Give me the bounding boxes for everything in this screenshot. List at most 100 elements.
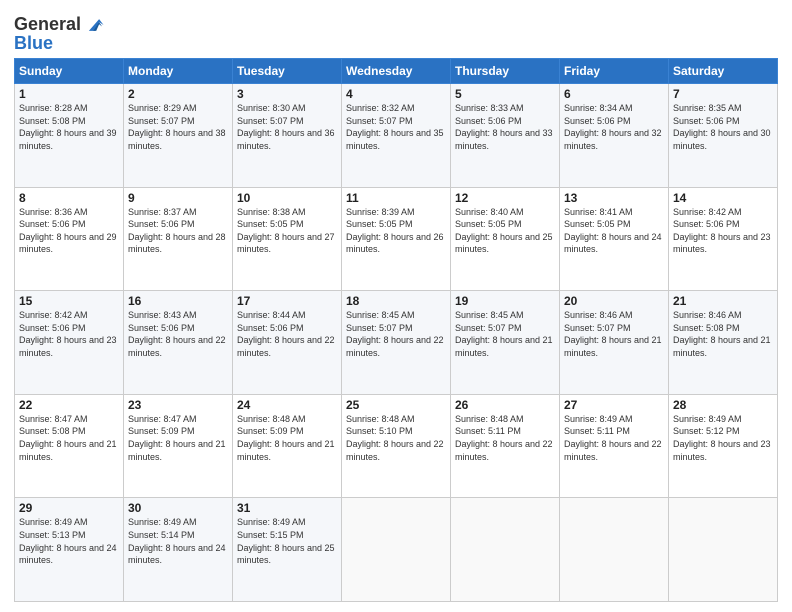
day-number: 15 — [19, 294, 119, 308]
table-row: 27 Sunrise: 8:49 AMSunset: 5:11 PMDaylig… — [560, 394, 669, 498]
day-number: 26 — [455, 398, 555, 412]
logo-blue: Blue — [14, 34, 105, 52]
day-info: Sunrise: 8:36 AMSunset: 5:06 PMDaylight:… — [19, 207, 117, 255]
table-row — [342, 498, 451, 602]
table-row: 19 Sunrise: 8:45 AMSunset: 5:07 PMDaylig… — [451, 291, 560, 395]
day-info: Sunrise: 8:29 AMSunset: 5:07 PMDaylight:… — [128, 103, 226, 151]
day-number: 23 — [128, 398, 228, 412]
day-info: Sunrise: 8:43 AMSunset: 5:06 PMDaylight:… — [128, 310, 226, 358]
day-info: Sunrise: 8:40 AMSunset: 5:05 PMDaylight:… — [455, 207, 553, 255]
table-row: 10 Sunrise: 8:38 AMSunset: 5:05 PMDaylig… — [233, 187, 342, 291]
col-monday: Monday — [124, 59, 233, 84]
table-row: 2 Sunrise: 8:29 AMSunset: 5:07 PMDayligh… — [124, 84, 233, 188]
day-info: Sunrise: 8:49 AMSunset: 5:14 PMDaylight:… — [128, 517, 226, 565]
day-number: 16 — [128, 294, 228, 308]
calendar-week-row: 29 Sunrise: 8:49 AMSunset: 5:13 PMDaylig… — [15, 498, 778, 602]
day-number: 27 — [564, 398, 664, 412]
day-number: 5 — [455, 87, 555, 101]
table-row: 12 Sunrise: 8:40 AMSunset: 5:05 PMDaylig… — [451, 187, 560, 291]
table-row: 26 Sunrise: 8:48 AMSunset: 5:11 PMDaylig… — [451, 394, 560, 498]
table-row: 17 Sunrise: 8:44 AMSunset: 5:06 PMDaylig… — [233, 291, 342, 395]
day-info: Sunrise: 8:48 AMSunset: 5:09 PMDaylight:… — [237, 414, 335, 462]
day-number: 31 — [237, 501, 337, 515]
table-row: 21 Sunrise: 8:46 AMSunset: 5:08 PMDaylig… — [669, 291, 778, 395]
day-info: Sunrise: 8:44 AMSunset: 5:06 PMDaylight:… — [237, 310, 335, 358]
table-row: 3 Sunrise: 8:30 AMSunset: 5:07 PMDayligh… — [233, 84, 342, 188]
day-number: 8 — [19, 191, 119, 205]
day-info: Sunrise: 8:30 AMSunset: 5:07 PMDaylight:… — [237, 103, 335, 151]
table-row: 23 Sunrise: 8:47 AMSunset: 5:09 PMDaylig… — [124, 394, 233, 498]
day-info: Sunrise: 8:46 AMSunset: 5:07 PMDaylight:… — [564, 310, 662, 358]
day-number: 9 — [128, 191, 228, 205]
table-row: 20 Sunrise: 8:46 AMSunset: 5:07 PMDaylig… — [560, 291, 669, 395]
calendar-header-row: Sunday Monday Tuesday Wednesday Thursday… — [15, 59, 778, 84]
day-info: Sunrise: 8:45 AMSunset: 5:07 PMDaylight:… — [346, 310, 444, 358]
col-tuesday: Tuesday — [233, 59, 342, 84]
table-row: 22 Sunrise: 8:47 AMSunset: 5:08 PMDaylig… — [15, 394, 124, 498]
table-row: 9 Sunrise: 8:37 AMSunset: 5:06 PMDayligh… — [124, 187, 233, 291]
table-row: 8 Sunrise: 8:36 AMSunset: 5:06 PMDayligh… — [15, 187, 124, 291]
table-row: 29 Sunrise: 8:49 AMSunset: 5:13 PMDaylig… — [15, 498, 124, 602]
table-row: 28 Sunrise: 8:49 AMSunset: 5:12 PMDaylig… — [669, 394, 778, 498]
day-info: Sunrise: 8:47 AMSunset: 5:09 PMDaylight:… — [128, 414, 226, 462]
table-row: 6 Sunrise: 8:34 AMSunset: 5:06 PMDayligh… — [560, 84, 669, 188]
day-number: 17 — [237, 294, 337, 308]
day-number: 20 — [564, 294, 664, 308]
calendar-week-row: 15 Sunrise: 8:42 AMSunset: 5:06 PMDaylig… — [15, 291, 778, 395]
day-info: Sunrise: 8:48 AMSunset: 5:10 PMDaylight:… — [346, 414, 444, 462]
day-info: Sunrise: 8:37 AMSunset: 5:06 PMDaylight:… — [128, 207, 226, 255]
table-row — [451, 498, 560, 602]
day-info: Sunrise: 8:35 AMSunset: 5:06 PMDaylight:… — [673, 103, 771, 151]
day-number: 19 — [455, 294, 555, 308]
day-number: 28 — [673, 398, 773, 412]
calendar-week-row: 22 Sunrise: 8:47 AMSunset: 5:08 PMDaylig… — [15, 394, 778, 498]
day-number: 4 — [346, 87, 446, 101]
day-number: 30 — [128, 501, 228, 515]
logo-text: General — [14, 15, 81, 35]
day-info: Sunrise: 8:33 AMSunset: 5:06 PMDaylight:… — [455, 103, 553, 151]
table-row: 18 Sunrise: 8:45 AMSunset: 5:07 PMDaylig… — [342, 291, 451, 395]
col-saturday: Saturday — [669, 59, 778, 84]
col-wednesday: Wednesday — [342, 59, 451, 84]
day-number: 1 — [19, 87, 119, 101]
day-info: Sunrise: 8:32 AMSunset: 5:07 PMDaylight:… — [346, 103, 444, 151]
calendar-table: Sunday Monday Tuesday Wednesday Thursday… — [14, 58, 778, 602]
header: General Blue — [14, 10, 778, 52]
table-row: 31 Sunrise: 8:49 AMSunset: 5:15 PMDaylig… — [233, 498, 342, 602]
day-info: Sunrise: 8:49 AMSunset: 5:12 PMDaylight:… — [673, 414, 771, 462]
day-number: 6 — [564, 87, 664, 101]
calendar-week-row: 8 Sunrise: 8:36 AMSunset: 5:06 PMDayligh… — [15, 187, 778, 291]
day-info: Sunrise: 8:42 AMSunset: 5:06 PMDaylight:… — [673, 207, 771, 255]
day-number: 25 — [346, 398, 446, 412]
col-friday: Friday — [560, 59, 669, 84]
day-info: Sunrise: 8:39 AMSunset: 5:05 PMDaylight:… — [346, 207, 444, 255]
day-number: 2 — [128, 87, 228, 101]
table-row: 15 Sunrise: 8:42 AMSunset: 5:06 PMDaylig… — [15, 291, 124, 395]
table-row: 1 Sunrise: 8:28 AMSunset: 5:08 PMDayligh… — [15, 84, 124, 188]
day-info: Sunrise: 8:38 AMSunset: 5:05 PMDaylight:… — [237, 207, 335, 255]
day-info: Sunrise: 8:28 AMSunset: 5:08 PMDaylight:… — [19, 103, 117, 151]
table-row — [560, 498, 669, 602]
table-row: 14 Sunrise: 8:42 AMSunset: 5:06 PMDaylig… — [669, 187, 778, 291]
table-row: 5 Sunrise: 8:33 AMSunset: 5:06 PMDayligh… — [451, 84, 560, 188]
day-number: 3 — [237, 87, 337, 101]
day-number: 10 — [237, 191, 337, 205]
day-number: 24 — [237, 398, 337, 412]
day-info: Sunrise: 8:41 AMSunset: 5:05 PMDaylight:… — [564, 207, 662, 255]
day-number: 12 — [455, 191, 555, 205]
table-row: 25 Sunrise: 8:48 AMSunset: 5:10 PMDaylig… — [342, 394, 451, 498]
day-info: Sunrise: 8:48 AMSunset: 5:11 PMDaylight:… — [455, 414, 553, 462]
logo-icon — [83, 14, 105, 36]
calendar-week-row: 1 Sunrise: 8:28 AMSunset: 5:08 PMDayligh… — [15, 84, 778, 188]
day-info: Sunrise: 8:45 AMSunset: 5:07 PMDaylight:… — [455, 310, 553, 358]
table-row: 24 Sunrise: 8:48 AMSunset: 5:09 PMDaylig… — [233, 394, 342, 498]
day-info: Sunrise: 8:42 AMSunset: 5:06 PMDaylight:… — [19, 310, 117, 358]
col-thursday: Thursday — [451, 59, 560, 84]
col-sunday: Sunday — [15, 59, 124, 84]
table-row: 16 Sunrise: 8:43 AMSunset: 5:06 PMDaylig… — [124, 291, 233, 395]
day-number: 13 — [564, 191, 664, 205]
day-number: 7 — [673, 87, 773, 101]
table-row: 13 Sunrise: 8:41 AMSunset: 5:05 PMDaylig… — [560, 187, 669, 291]
day-number: 14 — [673, 191, 773, 205]
page: General Blue Sunday Monday Tuesday We — [0, 0, 792, 612]
